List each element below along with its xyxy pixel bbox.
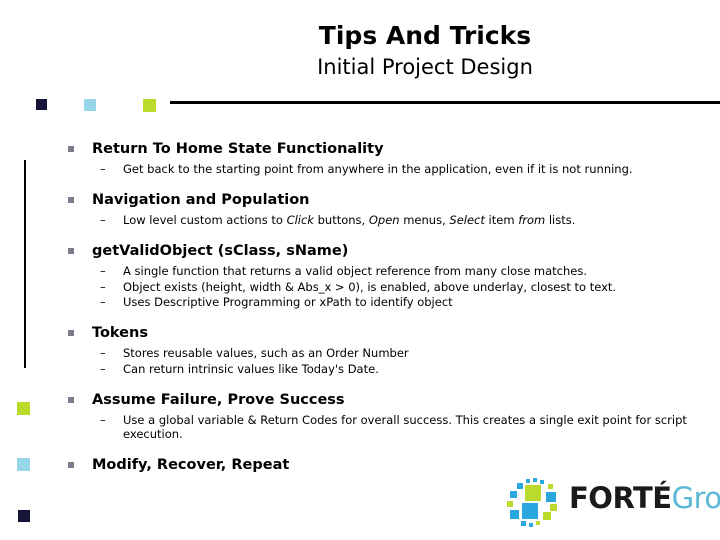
logo-square-10 [510,510,519,519]
dash-bullet-icon: – [100,412,106,427]
bullet-sub-label: Stores reusable values, such as an Order… [123,346,409,361]
bullet-group: Modify, Recover, Repeat [62,456,702,474]
bullet-heading: Assume Failure, Prove Success [62,391,702,409]
square-bullet-icon [68,247,74,254]
logo-square-7 [546,492,556,502]
bullet-sub-item: – Uses Descriptive Programming or xPath t… [62,295,702,310]
logo-square-5 [510,491,517,498]
dash-bullet-icon: – [100,361,106,376]
rail-decor-square-blue [17,458,30,471]
bullet-heading: Modify, Recover, Repeat [62,456,702,474]
bullet-heading: Tokens [62,324,702,342]
left-rail-line [24,160,26,368]
bullet-group: Return To Home State Functionality – Get b… [62,140,702,177]
square-bullet-icon [68,396,74,403]
dash-bullet-icon: – [100,263,106,278]
bullet-heading-label: getValidObject (sClass, sName) [92,242,349,259]
bullet-sub-item: – A single function that returns a valid … [62,264,702,279]
logo-square-13 [521,521,526,526]
bullet-heading-label: Assume Failure, Prove Success [92,391,345,408]
bullet-heading-label: Modify, Recover, Repeat [92,457,290,474]
square-bullet-icon [68,196,74,203]
logo-square-15 [536,521,540,525]
header-decor-square-blue [84,99,96,111]
square-bullet-icon [68,329,74,336]
bullet-sub-item: – Can return intrinsic values like Today'… [62,362,702,377]
square-bullet-icon [68,462,74,469]
rail-decor-square-green [17,402,30,415]
bullet-sub-label: Uses Descriptive Programming or xPath to… [123,295,453,310]
bullet-heading-label: Navigation and Population [92,191,310,208]
logo-square-2 [540,480,544,484]
bullet-sub-label: Can return intrinsic values like Today's… [123,361,379,376]
logo-square-8 [507,501,513,507]
logo-square-4 [548,484,553,489]
bullet-sub-item: – Object exists (height, width & Abs_x > … [62,280,702,295]
bullet-heading: getValidObject (sClass, sName) [62,242,702,260]
logo-name-forte: FORTÉ [569,481,672,515]
dash-bullet-icon: – [100,162,106,177]
dash-bullet-icon: – [100,346,106,361]
logo-name-group: Group [671,481,720,515]
square-bullet-icon [68,146,74,152]
bullet-group: Navigation and Population – Low level cust… [62,191,702,228]
header-divider [170,101,720,104]
bullet-sub-label: Use a global variable & Return Codes for… [123,412,687,442]
logo-square-3 [517,483,523,489]
bullet-sub-item: – Stores reusable values, such as an Orde… [62,346,702,361]
bullet-group: getValidObject (sClass, sName) – A single … [62,242,702,310]
bullet-group: Assume Failure, Prove Success – Use a glob… [62,391,702,443]
slide-content: Return To Home State Functionality – Get b… [62,140,702,474]
logo-square-6 [525,485,541,501]
page-subtitle: Initial Project Design [317,54,533,79]
logo-square-1 [533,478,537,482]
logo-square-0 [526,479,530,483]
bullet-sub-item: – Get back to the starting point from any… [62,162,702,177]
bullet-group: Tokens – Stores reusable values, such as a… [62,324,702,377]
logo-square-14 [529,523,533,527]
forte-group-logo: FORTÉGroup [505,478,720,530]
rail-decor-square-navy [18,510,30,522]
header-decor-square-green [143,99,156,112]
bullet-sub-label: A single function that returns a valid o… [123,263,588,278]
bullet-sub-label: Low level custom actions to Click button… [123,212,576,227]
bullet-heading-label: Return To Home State Functionality [92,141,384,157]
bullet-sub-label: Object exists (height, width & Abs_x > 0… [123,279,617,294]
dash-bullet-icon: – [100,212,106,227]
page-title: Tips And Tricks [318,21,532,50]
bullet-heading-label: Tokens [92,324,148,341]
dash-bullet-icon: – [100,295,106,310]
logo-wordmark: FORTÉGroup [569,484,720,513]
logo-square-11 [522,503,538,519]
logo-square-9 [550,504,557,511]
title-block: Tips And Tricks Initial Project Design [170,21,680,80]
bullet-sub-label: Get back to the starting point from anyw… [123,162,633,177]
bullet-heading: Return To Home State Functionality [62,140,702,158]
bullet-heading: Navigation and Population [62,191,702,209]
dash-bullet-icon: – [100,279,106,294]
bullet-sub-item: – Low level custom actions to Click butto… [62,213,702,228]
logo-square-12 [543,512,551,520]
logo-squares-mark [505,478,567,528]
bullet-sub-item: – Use a global variable & Return Codes fo… [62,413,702,442]
header-decor-square-navy [36,99,47,110]
